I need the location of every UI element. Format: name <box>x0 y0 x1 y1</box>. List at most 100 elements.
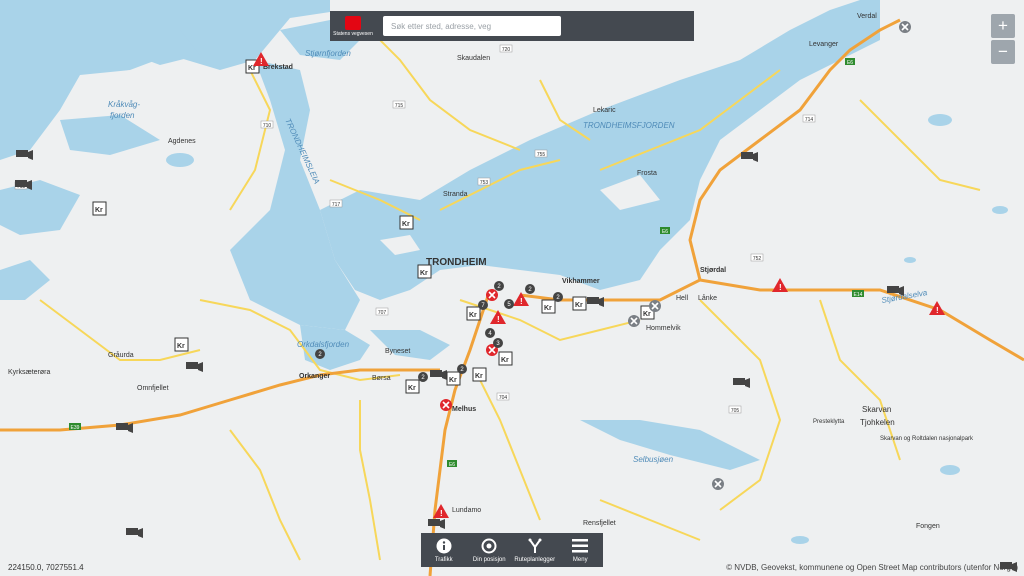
logo-text: Statens vegvesen <box>333 30 373 37</box>
water-label: Stjørnfjorden <box>305 49 351 58</box>
svg-text:Kr: Kr <box>402 221 410 228</box>
toll-icon[interactable]: Kr <box>498 351 513 366</box>
place-label: Frosta <box>637 170 657 177</box>
road-number: 720 <box>502 47 511 53</box>
place-label: Gråurda <box>108 351 134 359</box>
road-closed-icon[interactable] <box>649 300 661 312</box>
route-planner-label: Ruteplanlegger <box>514 556 556 563</box>
svg-text:Kr: Kr <box>501 357 509 364</box>
cluster-marker[interactable]: 4 <box>485 328 495 338</box>
cluster-marker[interactable]: 2 <box>418 372 428 382</box>
svg-text:!: ! <box>260 57 263 66</box>
place-label: Børsa <box>372 375 391 382</box>
road-number: 717 <box>332 202 341 208</box>
road-number: 714 <box>805 117 814 123</box>
water-label: TRONDHEIMSFJORDEN <box>583 121 675 130</box>
zoom-out-button[interactable]: − <box>991 40 1015 64</box>
road-number: E6 <box>449 462 455 468</box>
city-label: TRONDHEIM <box>426 257 487 268</box>
place-label: Vikhammer <box>562 278 600 285</box>
road-number: 715 <box>395 103 404 109</box>
svg-text:Kr: Kr <box>420 270 428 277</box>
place-label: Orkanger <box>299 373 330 380</box>
place-label: Skaudalen <box>457 55 490 62</box>
road-number: 753 <box>480 180 489 186</box>
svg-text:Kr: Kr <box>544 305 552 312</box>
my-position-button[interactable]: Din posisjon <box>467 538 511 563</box>
bottom-nav: Trafikk Din posisjon Ruteplanlegger Meny <box>421 533 603 567</box>
place-label: Levanger <box>809 41 839 48</box>
info-icon <box>436 538 452 555</box>
toll-icon[interactable]: Kr <box>466 306 481 321</box>
road-number: 707 <box>378 310 387 316</box>
toll-icon[interactable]: Kr <box>405 379 420 394</box>
place-label: Lånke <box>698 294 717 302</box>
route-planner-button[interactable]: Ruteplanlegger <box>513 538 557 563</box>
menu-icon <box>572 538 589 555</box>
place-label: Hommelvik <box>646 325 681 332</box>
cluster-marker[interactable]: 3 <box>493 338 503 348</box>
road-closed-icon[interactable] <box>712 478 724 490</box>
toll-icon[interactable]: Kr <box>399 215 414 230</box>
place-label: Presteklytta <box>813 419 845 425</box>
place-label: Tjohkelen <box>860 418 895 427</box>
water-label: fjorden <box>110 111 135 120</box>
road-number: 752 <box>753 256 762 262</box>
place-label: Fongen <box>916 523 940 530</box>
map-canvas[interactable]: E6 E6 E6 E14 E39 710 715 755 753 714 720… <box>0 0 1024 576</box>
svg-text:Kr: Kr <box>475 373 483 380</box>
my-position-label: Din posisjon <box>472 556 506 563</box>
cluster-marker[interactable]: 2 <box>494 281 504 291</box>
cluster-marker[interactable]: 2 <box>525 284 535 294</box>
svg-text:Kr: Kr <box>643 311 651 318</box>
road-closed-icon[interactable] <box>440 399 452 411</box>
toll-icon[interactable]: Kr <box>472 367 487 382</box>
toll-icon[interactable]: Kr <box>572 296 587 311</box>
zoom-in-button[interactable]: + <box>991 14 1015 38</box>
road-closed-icon[interactable] <box>899 21 911 33</box>
place-label: Rensfjellet <box>583 520 616 527</box>
svg-text:!: ! <box>520 297 523 306</box>
road-number: E39 <box>71 425 80 431</box>
toll-icon[interactable]: Kr <box>92 201 107 216</box>
svg-text:!: ! <box>440 509 443 518</box>
place-label: Melhus <box>452 406 476 413</box>
cluster-marker[interactable]: 2 <box>315 349 325 359</box>
toll-icon[interactable]: Kr <box>174 337 189 352</box>
menu-button[interactable]: Meny <box>558 538 602 563</box>
road-closed-icon[interactable] <box>628 315 640 327</box>
svg-text:!: ! <box>936 306 939 315</box>
cluster-marker[interactable]: 2 <box>457 364 467 374</box>
toll-icon[interactable]: Kr <box>541 299 556 314</box>
svg-text:Kr: Kr <box>469 312 477 319</box>
road-number: 704 <box>499 395 508 401</box>
place-label: Omnfjellet <box>137 385 169 392</box>
cluster-marker[interactable]: 5 <box>504 299 514 309</box>
place-label: Skarvan <box>862 405 891 414</box>
top-bar: Statens vegvesen <box>330 11 694 41</box>
road-number: E14 <box>854 292 863 298</box>
water-label: Orkdalsfjorden <box>297 340 350 349</box>
traffic-button[interactable]: Trafikk <box>422 538 466 563</box>
place-label: Verdal <box>857 13 877 20</box>
svg-text:Kr: Kr <box>95 207 103 214</box>
cluster-marker[interactable]: 2 <box>553 292 563 302</box>
toll-icon[interactable]: Kr <box>446 371 461 386</box>
svg-text:Kr: Kr <box>408 385 416 392</box>
place-label: Lekaric <box>593 107 616 114</box>
coordinates-readout: 224150.0, 7027551.4 <box>8 563 84 572</box>
search-input[interactable] <box>383 16 561 36</box>
road-number: 755 <box>537 152 546 158</box>
place-label: Agdenes <box>168 138 196 145</box>
svg-text:Kr: Kr <box>248 65 256 72</box>
statens-vegvesen-logo[interactable]: Statens vegvesen <box>330 11 376 41</box>
svg-text:Kr: Kr <box>177 343 185 350</box>
target-icon <box>481 538 497 555</box>
svg-text:Kr: Kr <box>449 377 457 384</box>
road-closed-icon[interactable] <box>486 289 498 301</box>
place-label: Stjørdal <box>700 267 726 274</box>
place-label: Skarvan og Roltdalen nasjonalpark <box>880 436 974 442</box>
cluster-marker[interactable]: 7 <box>478 300 488 310</box>
toll-icon[interactable]: Kr <box>417 264 432 279</box>
water-label: Selbusjøen <box>633 455 674 464</box>
